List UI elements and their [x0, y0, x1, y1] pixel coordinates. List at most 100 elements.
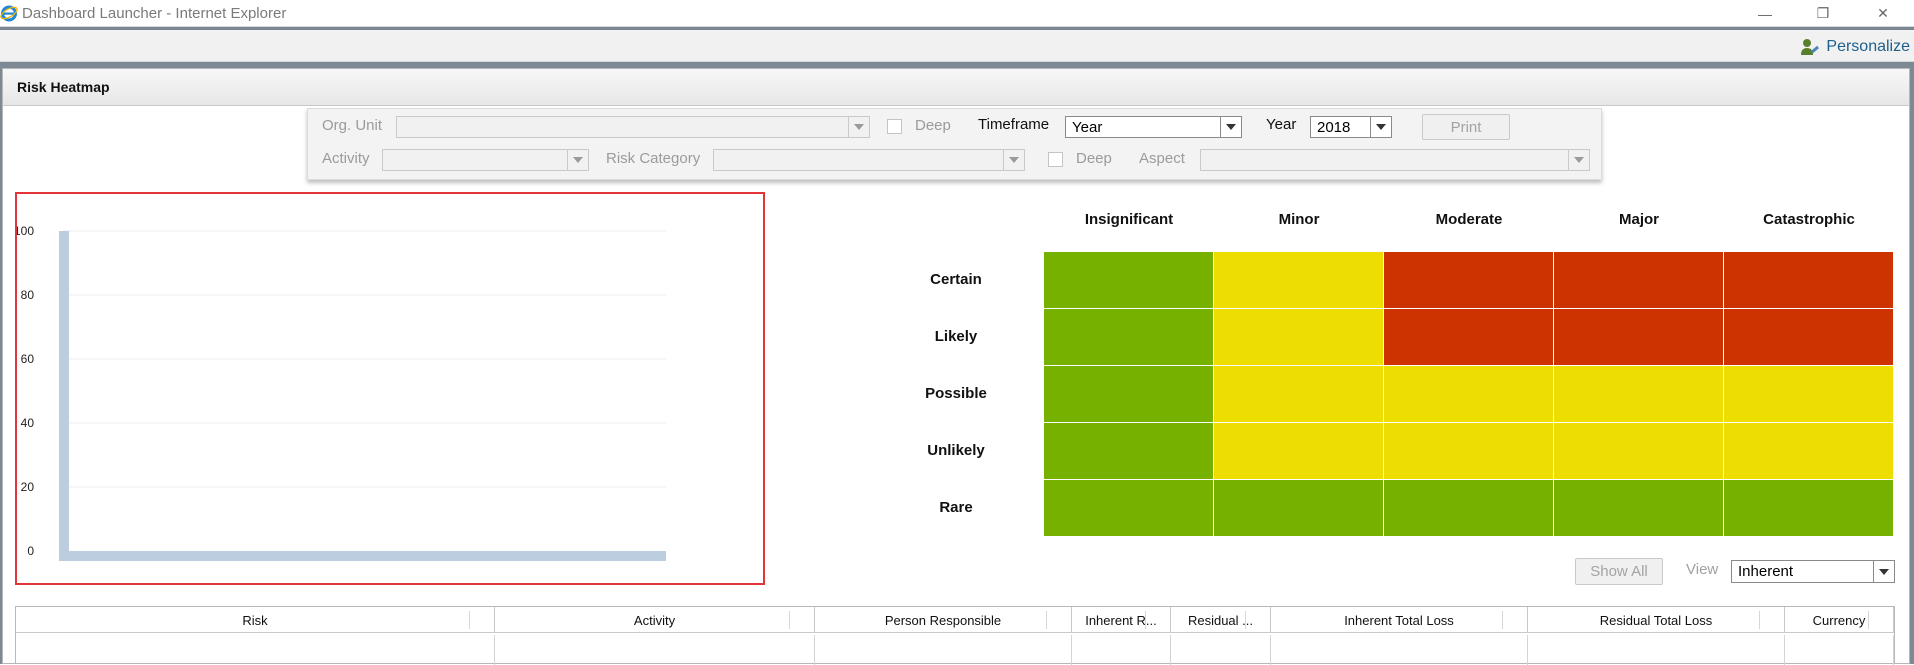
minimize-icon: —: [1758, 5, 1772, 22]
x-axis-band: [59, 551, 666, 561]
grid-column-label: Risk: [242, 612, 268, 628]
grid-cell: [1785, 635, 1894, 665]
heatmap-cell[interactable]: [1724, 309, 1893, 365]
heatmap-column-header: Major: [1618, 211, 1659, 228]
heatmap-cell[interactable]: [1554, 252, 1723, 308]
grid-header: Risk Activity Person Responsible Inherent R…: [16, 607, 1894, 633]
heatmap-cell[interactable]: [1554, 309, 1723, 365]
heatmap-cell[interactable]: [1214, 366, 1383, 422]
window-title: Dashboard Launcher - Internet Explorer: [22, 5, 287, 22]
heatmap-cell[interactable]: [1554, 480, 1723, 536]
chevron-down-icon: [1220, 117, 1241, 137]
heatmap-cell[interactable]: [1384, 366, 1553, 422]
heatmap-cell[interactable]: [1044, 423, 1213, 479]
heatmap-cell[interactable]: [1554, 366, 1723, 422]
heatmap-cell[interactable]: [1384, 252, 1553, 308]
grid-column-header[interactable]: Person Responsible: [815, 607, 1072, 633]
grid-cell: [1528, 635, 1785, 665]
column-menu-divider: [1759, 611, 1760, 629]
grid-column-label: Residual ...: [1187, 612, 1254, 628]
heatmap-cell[interactable]: [1384, 423, 1553, 479]
activity-select[interactable]: [382, 149, 589, 171]
heatmap-cell[interactable]: [1724, 252, 1893, 308]
user-wrench-icon: [1801, 39, 1820, 55]
y-tick-label: 0: [27, 544, 34, 558]
heatmap-cell[interactable]: [1044, 309, 1213, 365]
chevron-down-icon: [1003, 150, 1024, 170]
chevron-down-icon: [567, 150, 588, 170]
deep-checkbox-2[interactable]: [1048, 152, 1063, 167]
grid-cell: [1271, 635, 1528, 665]
year-select[interactable]: 2018: [1310, 116, 1392, 138]
grid-column-header[interactable]: Inherent Total Loss: [1271, 607, 1528, 633]
risk-category-select[interactable]: [713, 149, 1025, 171]
activity-label: Activity: [322, 150, 370, 167]
deep-label-2: Deep: [1076, 150, 1112, 167]
chevron-down-icon: [1568, 150, 1589, 170]
grid-column-label: Residual Total Loss: [1599, 612, 1713, 628]
heatmap-cell[interactable]: [1724, 423, 1893, 479]
heatmap-cell[interactable]: [1384, 480, 1553, 536]
grid-column-header[interactable]: Currency: [1785, 607, 1894, 633]
heatmap-cell[interactable]: [1214, 423, 1383, 479]
timeframe-label: Timeframe: [978, 116, 1050, 133]
heatmap-cell[interactable]: [1044, 252, 1213, 308]
y-tick-label: 60: [21, 352, 35, 366]
heatmap-cell[interactable]: [1724, 366, 1893, 422]
risk-bar-chart: 0 20 40 60 80 100: [14, 224, 666, 561]
grid-column-header[interactable]: Risk: [16, 607, 495, 633]
heatmap-column-header: Insignificant: [1084, 211, 1174, 228]
app-toolbar: Personalize: [0, 30, 1914, 62]
heatmap-cell[interactable]: [1044, 480, 1213, 536]
grid-column-header[interactable]: Activity: [495, 607, 815, 633]
grid-column-label: Currency: [1812, 612, 1866, 628]
heatmap-cell[interactable]: [1384, 309, 1553, 365]
grid-cell: [815, 635, 1072, 665]
close-icon: ✕: [1877, 5, 1889, 21]
chart-bar[interactable]: [59, 231, 69, 551]
heatmap-cell[interactable]: [1214, 309, 1383, 365]
grid-cell: [16, 635, 495, 665]
heatmap-column-header: Catastrophic: [1763, 211, 1855, 228]
show-all-button[interactable]: Show All: [1575, 558, 1663, 585]
risk-grid: Risk Activity Person Responsible Inherent R…: [15, 606, 1895, 665]
heatmap-cell[interactable]: [1214, 252, 1383, 308]
aspect-select[interactable]: [1200, 149, 1590, 171]
grid-column-header[interactable]: Residual Total Loss: [1528, 607, 1785, 633]
restore-button[interactable]: ❐: [1800, 0, 1846, 27]
org-unit-select[interactable]: [396, 116, 870, 138]
print-button[interactable]: Print: [1422, 114, 1510, 140]
grid-column-header[interactable]: Inherent R...: [1072, 607, 1171, 633]
heatmap-row-header: Unlikely: [927, 442, 985, 459]
grid-column-label: Inherent R...: [1085, 612, 1157, 628]
personalize-label: Personalize: [1826, 38, 1910, 55]
heatmap-row-header: Likely: [934, 328, 978, 345]
grid-cell: [495, 635, 815, 665]
panel-title: Risk Heatmap: [17, 79, 110, 95]
heatmap-cell[interactable]: [1724, 480, 1893, 536]
column-menu-divider: [1245, 611, 1246, 629]
column-menu-divider: [1502, 611, 1503, 629]
grid-cell: [1072, 635, 1171, 665]
heatmap-row-header: Possible: [925, 385, 987, 402]
personalize-link[interactable]: Personalize: [1800, 37, 1910, 57]
chevron-down-icon: [1873, 561, 1894, 582]
heatmap-cell[interactable]: [1044, 366, 1213, 422]
heatmap-cell[interactable]: [1214, 480, 1383, 536]
year-label: Year: [1266, 116, 1297, 133]
heatmap-cell[interactable]: [1554, 423, 1723, 479]
chevron-down-icon: [848, 117, 869, 137]
minimize-button[interactable]: —: [1742, 0, 1788, 27]
heatmap-row-header: Certain: [930, 271, 982, 288]
view-select[interactable]: Inherent: [1731, 560, 1895, 583]
y-tick-label: 20: [21, 480, 35, 494]
risk-category-label: Risk Category: [606, 150, 701, 167]
grid-column-label: Inherent Total Loss: [1344, 612, 1454, 628]
column-menu-divider: [1145, 611, 1146, 629]
restore-icon: ❐: [1816, 5, 1830, 21]
y-tick-label: 40: [21, 416, 35, 430]
timeframe-select[interactable]: Year: [1065, 116, 1242, 138]
deep-checkbox-1[interactable]: [887, 119, 902, 134]
close-button[interactable]: ✕: [1860, 0, 1906, 27]
grid-column-header[interactable]: Residual ...: [1171, 607, 1271, 633]
